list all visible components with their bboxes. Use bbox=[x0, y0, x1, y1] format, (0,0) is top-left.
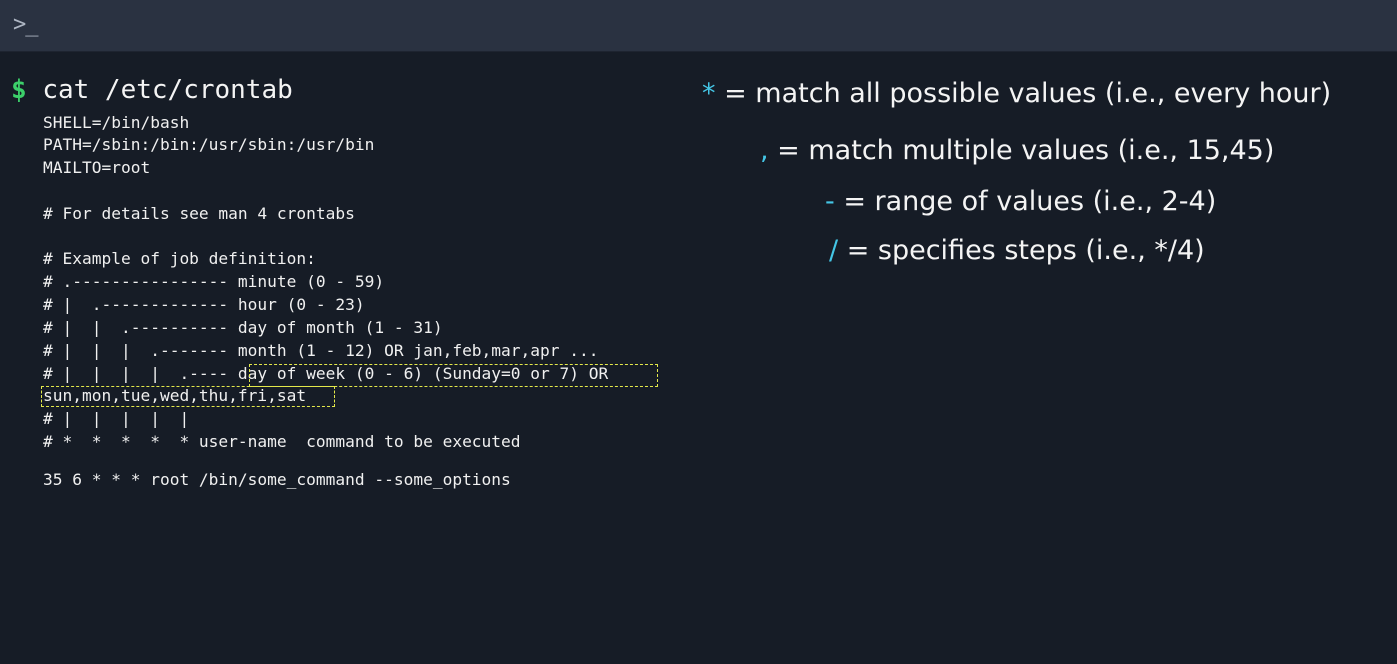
file-line-example-job: 35 6 * * * root /bin/some_command --some… bbox=[43, 470, 511, 489]
legend-item-comma: , = match multiple values (i.e., 15,45) bbox=[760, 135, 1274, 167]
file-line-comment-details: # For details see man 4 crontabs bbox=[43, 204, 355, 223]
command-text: cat /etc/crontab bbox=[42, 75, 293, 105]
comma-symbol: , bbox=[760, 135, 769, 166]
file-line-month: # | | | .------- month (1 - 12) OR jan,f… bbox=[43, 341, 599, 360]
file-line-mailto: MAILTO=root bbox=[43, 158, 151, 177]
file-line-shell: SHELL=/bin/bash bbox=[43, 113, 190, 132]
hyphen-symbol: - bbox=[825, 186, 835, 217]
legend-text-hyphen: = range of values (i.e., 2-4) bbox=[834, 186, 1217, 217]
file-line-hour: # | .------------- hour (0 - 23) bbox=[43, 295, 365, 314]
legend-item-asterisk: * = match all possible values (i.e., eve… bbox=[702, 78, 1331, 110]
file-line-day-of-week: # | | | | .---- day of week (0 - 6) (Sun… bbox=[43, 364, 609, 383]
legend-text-asterisk: = match all possible values (i.e., every… bbox=[715, 78, 1332, 109]
legend-text-comma: = match multiple values (i.e., 15,45) bbox=[768, 135, 1275, 166]
legend-text-slash: = specifies steps (i.e., */4) bbox=[838, 235, 1205, 266]
terminal-prompt-icon: >_ bbox=[13, 12, 38, 37]
asterisk-symbol: * bbox=[702, 78, 716, 109]
file-line-fields: # * * * * * user-name command to be exec… bbox=[43, 432, 521, 451]
file-line-minute: # .---------------- minute (0 - 59) bbox=[43, 272, 385, 291]
crontab-file-output: SHELL=/bin/bash PATH=/sbin:/bin:/usr/sbi… bbox=[43, 113, 608, 489]
file-line-path: PATH=/sbin:/bin:/usr/sbin:/usr/bin bbox=[43, 135, 375, 154]
prompt-symbol: $ bbox=[11, 75, 27, 105]
legend-item-slash: / = specifies steps (i.e., */4) bbox=[829, 235, 1205, 267]
command-line: $ cat /etc/crontab bbox=[11, 74, 293, 106]
legend-item-hyphen: - = range of values (i.e., 2-4) bbox=[825, 186, 1216, 218]
slash-symbol: / bbox=[829, 235, 839, 266]
file-line-day-names: sun,mon,tue,wed,thu,fri,sat bbox=[43, 386, 307, 405]
file-line-comment-example: # Example of job definition: bbox=[43, 249, 316, 268]
terminal-titlebar: >_ bbox=[0, 0, 1397, 52]
file-line-day-of-month: # | | .---------- day of month (1 - 31) bbox=[43, 318, 443, 337]
file-line-pipes: # | | | | | bbox=[43, 409, 190, 428]
